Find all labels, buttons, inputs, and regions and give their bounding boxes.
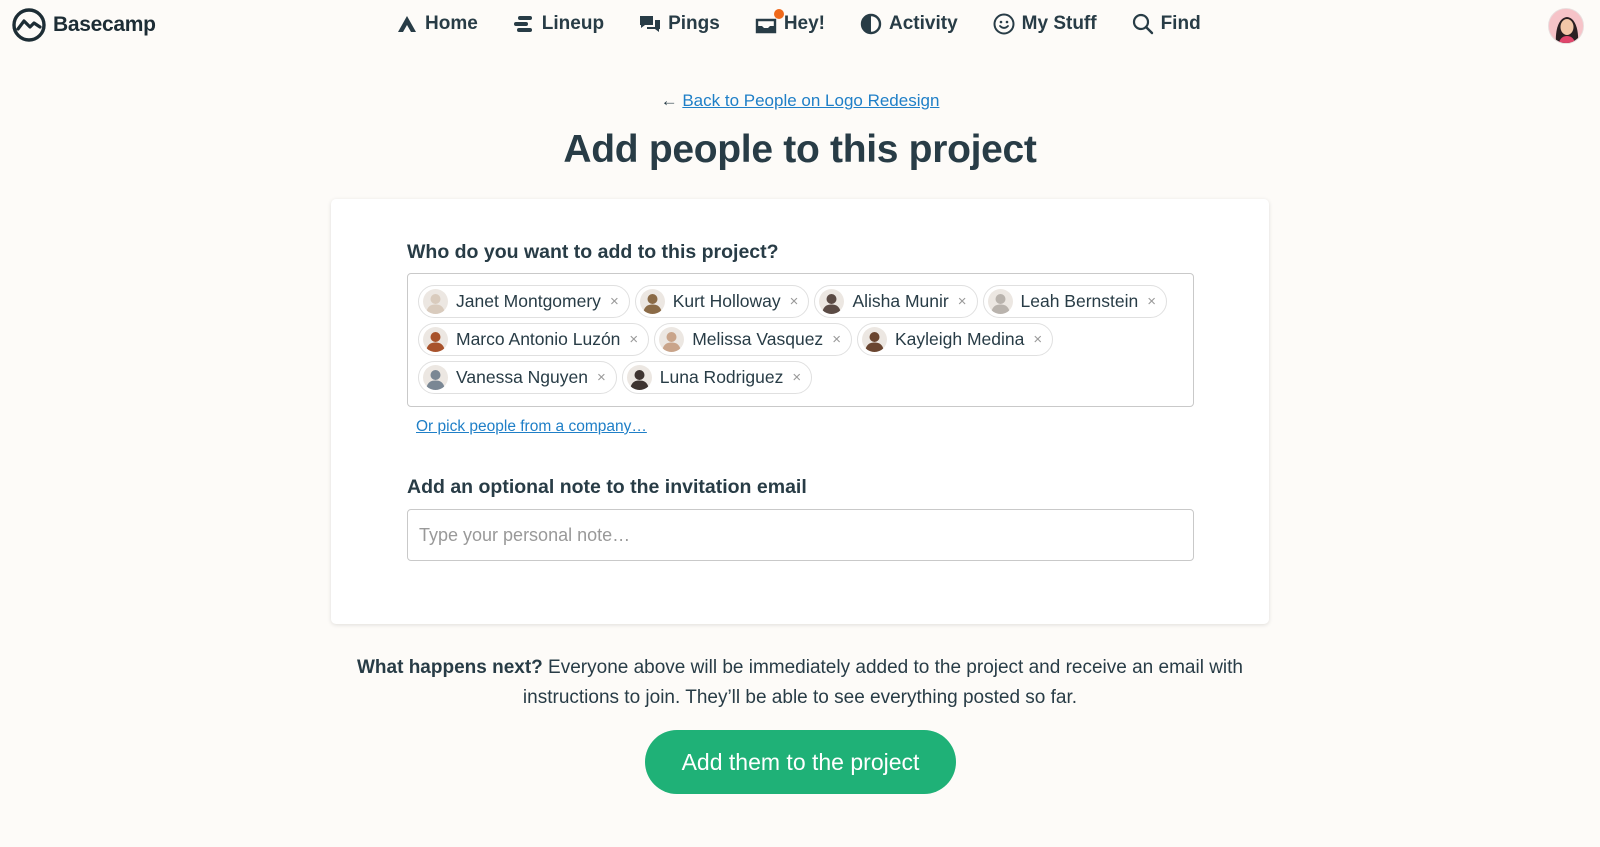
user-avatar[interactable] xyxy=(1548,8,1584,44)
basecamp-logo-icon xyxy=(12,8,46,42)
person-avatar xyxy=(987,289,1013,314)
person-name: Vanessa Nguyen xyxy=(456,367,588,387)
back-to-people-link[interactable]: Back to People on Logo Redesign xyxy=(682,91,939,110)
nav-hey[interactable]: Hey! xyxy=(754,9,825,36)
pings-icon xyxy=(640,16,661,32)
nav-home[interactable]: Home xyxy=(395,12,478,36)
person-avatar xyxy=(659,327,685,352)
logo-text: Basecamp xyxy=(53,13,156,36)
back-link-row: ← Back to People on Logo Redesign xyxy=(0,91,1600,111)
remove-person-icon[interactable]: × xyxy=(597,369,606,386)
nav-find[interactable]: Find xyxy=(1131,12,1201,36)
activity-icon xyxy=(860,13,882,35)
my-stuff-icon xyxy=(993,13,1015,35)
nav-my-stuff-label: My Stuff xyxy=(1021,13,1097,34)
remove-person-icon[interactable]: × xyxy=(832,331,841,348)
basecamp-logo[interactable]: Basecamp xyxy=(11,8,156,42)
add-to-project-button[interactable]: Add them to the project xyxy=(645,730,956,794)
person-chip: Marco Antonio Luzón × xyxy=(418,323,650,356)
back-arrow-icon: ← xyxy=(660,91,678,110)
person-avatar xyxy=(639,289,665,314)
people-picker[interactable]: Janet Montgomery × Kurt Holloway × Alisha Mu… xyxy=(407,273,1194,407)
nav-lineup-label: Lineup xyxy=(541,13,605,34)
person-avatar xyxy=(423,365,448,390)
person-chip: Leah Bernstein × xyxy=(982,285,1167,318)
person-name: Leah Bernstein xyxy=(1020,291,1139,311)
person-name: Alisha Munir xyxy=(852,291,949,311)
person-name: Melissa Vasquez xyxy=(692,329,824,349)
what-happens-next-heading: What happens next? xyxy=(356,657,543,678)
note-field-label: Add an optional note to the invitation e… xyxy=(407,476,807,498)
lineup-icon xyxy=(513,16,532,32)
person-chip: Alisha Munir × xyxy=(814,285,978,318)
person-chip: Kayleigh Medina × xyxy=(856,323,1054,356)
remove-person-icon[interactable]: × xyxy=(958,293,967,310)
person-avatar xyxy=(423,289,448,314)
person-chip: Janet Montgomery × xyxy=(418,285,630,318)
person-avatar xyxy=(423,327,448,352)
search-icon xyxy=(1132,13,1153,35)
remove-person-icon[interactable]: × xyxy=(610,293,619,310)
person-name: Janet Montgomery xyxy=(456,291,601,311)
nav-find-label: Find xyxy=(1160,13,1201,34)
person-avatar xyxy=(861,327,887,352)
remove-person-icon[interactable]: × xyxy=(1033,331,1042,348)
person-chip: Luna Rodriguez × xyxy=(621,361,813,394)
add-people-card: Who do you want to add to this project? … xyxy=(331,199,1269,624)
nav-activity-label: Activity xyxy=(889,13,958,34)
person-chip: Kurt Holloway × xyxy=(634,285,810,318)
personal-note-input[interactable] xyxy=(407,509,1194,561)
person-name: Marco Antonio Luzón xyxy=(456,329,621,349)
nav-lineup[interactable]: Lineup xyxy=(512,12,604,36)
nav-hey-label: Hey! xyxy=(783,13,825,34)
person-name: Luna Rodriguez xyxy=(659,367,784,387)
remove-person-icon[interactable]: × xyxy=(792,369,801,386)
notification-dot xyxy=(773,9,784,19)
person-name: Kayleigh Medina xyxy=(894,329,1025,349)
remove-person-icon[interactable]: × xyxy=(1147,293,1156,310)
what-happens-next-text: What happens next? Everyone above will b… xyxy=(330,653,1270,713)
person-name: Kurt Holloway xyxy=(672,291,781,311)
person-avatar xyxy=(819,289,845,314)
what-happens-next-body: Everyone above will be immediately added… xyxy=(522,657,1243,708)
remove-person-icon[interactable]: × xyxy=(790,293,799,310)
nav-activity[interactable]: Activity xyxy=(859,12,958,36)
user-avatar-image xyxy=(1549,9,1583,43)
remove-person-icon[interactable]: × xyxy=(629,331,638,348)
nav-home-label: Home xyxy=(425,13,478,34)
nav-pings[interactable]: Pings xyxy=(638,12,720,36)
home-icon xyxy=(398,16,416,32)
nav-pings-label: Pings xyxy=(668,13,720,34)
top-navigation-bar: Basecamp Home Lineup Pings Hey! Activity… xyxy=(0,0,1600,52)
pick-from-company-link[interactable]: Or pick people from a company… xyxy=(416,418,647,436)
person-chip: Melissa Vasquez × xyxy=(654,323,852,356)
people-chips: Janet Montgomery × Kurt Holloway × Alisha Mu… xyxy=(418,285,1183,394)
page-title: Add people to this project xyxy=(563,128,1037,171)
person-chip: Vanessa Nguyen × xyxy=(418,361,617,394)
people-field-label: Who do you want to add to this project? xyxy=(407,241,779,263)
person-avatar xyxy=(626,365,652,390)
nav-my-stuff[interactable]: My Stuff xyxy=(992,12,1097,36)
main-nav: Home Lineup Pings Hey! Activity My Stuff… xyxy=(395,9,1235,36)
